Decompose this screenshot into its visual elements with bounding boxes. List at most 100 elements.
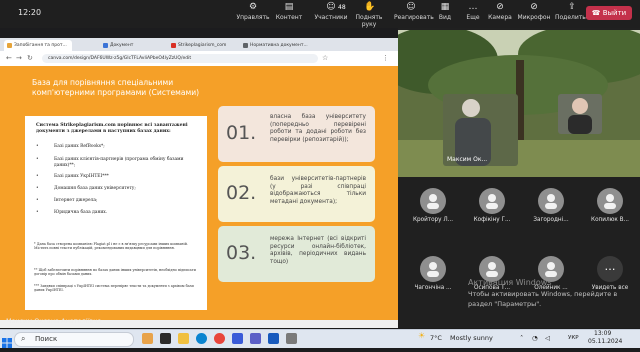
weather-temp[interactable]: 7°C (430, 334, 442, 342)
browser-tab[interactable]: Нормативна документ... (240, 40, 312, 51)
address-bar: ← → ↻ canva.com/design/DAF6UWz-z5g/GIcTF… (0, 51, 398, 67)
weather-text[interactable]: Mostly sunny (450, 334, 493, 342)
doc-list-item: • Юридична база даних. (36, 210, 201, 216)
word-icon[interactable] (268, 333, 279, 344)
people-manage-icon: ⚙ (248, 2, 258, 12)
browser-tabstrip: Запобігання та прот... Документ Strikepl… (0, 38, 398, 51)
toolbar-label: Еще (466, 14, 480, 21)
toolbar-label: Участники (314, 14, 348, 21)
tray-time[interactable]: 13:09 (594, 330, 611, 337)
toolbar-label: Поднять руку (355, 14, 383, 28)
phone-icon: ☎ (591, 9, 603, 17)
toolbar-button[interactable]: ⊘ Микрофон (517, 2, 551, 22)
doc-footnote: * Дана база створена компанією Plagiat.p… (34, 242, 188, 251)
info-card-1: 01. власна база університету (попередньо… (218, 106, 375, 162)
windows-activation-title: Активация Windows (468, 278, 552, 287)
toolbar-label: Контент (275, 14, 303, 21)
chrome-icon[interactable] (214, 333, 225, 344)
person-icon (545, 262, 557, 277)
doc-list-text: Юридична база даних. (54, 210, 108, 215)
more-participants-icon[interactable]: … (597, 256, 623, 282)
participant-video-tile[interactable] (558, 94, 602, 134)
card-number: 01. (226, 122, 257, 144)
browser-tab[interactable]: Документ (100, 40, 164, 51)
doc-list-text: Домашня база даних університету; (54, 186, 136, 191)
person-icon (604, 194, 616, 209)
attendee-name: Загородні... (533, 217, 569, 223)
attendee-avatar[interactable] (479, 188, 505, 214)
browser-tab[interactable]: Strikeplagiarism_com (168, 40, 240, 51)
star-icon[interactable]: ☆ (322, 54, 328, 62)
person-figure (568, 98, 592, 134)
keyboard-language[interactable]: УКР (568, 335, 579, 341)
app-icon[interactable] (142, 333, 153, 344)
participant-count: 48 (338, 4, 346, 11)
person-icon (486, 194, 498, 209)
forward-icon[interactable]: → (16, 54, 22, 62)
react-icon: ☺ (406, 2, 416, 12)
toolbar-button[interactable]: ☺ 48 Участники (314, 3, 348, 22)
teams-icon[interactable] (250, 333, 261, 344)
weather-icon: ☀ (418, 331, 426, 340)
tab-favicon-icon (171, 43, 176, 48)
toolbar-button[interactable]: ⇪ Поделиться (555, 2, 593, 22)
toolbar-button[interactable]: ▤ Контент (272, 3, 306, 22)
app-icon[interactable] (160, 333, 171, 344)
mic-off-icon: ⊘ (530, 2, 538, 12)
bullet-icon: • (36, 186, 39, 191)
browser-menu-icon[interactable]: ⋮ (382, 54, 389, 62)
attendee-avatar[interactable] (420, 256, 446, 282)
wifi-icon[interactable]: ◔ (532, 334, 538, 342)
app-icon[interactable] (286, 333, 297, 344)
search-icon: ⌕ (21, 334, 26, 343)
participant-name: Максим Ок... (447, 156, 488, 163)
tray-date[interactable]: 05.11.2024 (588, 338, 622, 345)
person-icon (427, 194, 439, 209)
taskbar-search[interactable]: ⌕ Поиск (14, 332, 134, 347)
doc-list-item: • Базі даних УкрІНТЕІ*** (36, 174, 201, 180)
back-icon[interactable]: ← (6, 54, 12, 62)
toolbar-button[interactable]: ⊘ Камера (483, 3, 517, 22)
doc-list-item: • Базі даних RefBooks*; (36, 144, 201, 150)
edge-icon[interactable] (196, 333, 207, 344)
attendee-name: Чагончіна ... (414, 285, 452, 291)
browser-tab[interactable]: Запобігання та прот... (4, 40, 72, 51)
windows-activation-text: раздел "Параметры". (468, 300, 542, 308)
url-field[interactable]: canva.com/design/DAF6UWz-z5g/GIcTFLAvliA… (42, 54, 318, 63)
info-card-3: 03. мережа Інтернет (всі відкриті ресурс… (218, 226, 375, 282)
toolbar-button[interactable]: ⚙ Управлять (236, 2, 270, 22)
share-icon: ⇪ (568, 2, 576, 12)
leave-button[interactable]: ☎ Выйти (586, 6, 632, 20)
windows-start-icon[interactable] (2, 333, 12, 348)
toolbar-button[interactable]: ✋ Поднять руку (352, 3, 386, 29)
doc-list-item: • Базі даних клієнтів-партнерів (програма… (36, 157, 201, 168)
attendee-avatar[interactable] (420, 188, 446, 214)
attendee-name: Копилюк В... (591, 217, 629, 223)
card-number: 02. (226, 182, 257, 204)
person-icon (486, 262, 498, 277)
app-icon[interactable] (232, 333, 243, 344)
doc-list-item: • Домашня база даних університету; (36, 186, 201, 192)
tray-chevron-icon[interactable]: ˄ (520, 334, 523, 342)
doc-list-text: Базі даних УкрІНТЕІ*** (54, 174, 109, 179)
attendee-name: Кройтору Л... (412, 217, 454, 223)
file-explorer-icon[interactable] (178, 333, 189, 344)
slide-title: База для порівняння спеціальними комп'ют… (32, 78, 200, 97)
meeting-toolbar: 12:20 ⚙ Управлять ▤ Контент ☺ 48 Участники ✋ Под… (0, 0, 640, 28)
volume-icon[interactable]: ◁ (545, 334, 550, 342)
tab-favicon-icon (243, 43, 248, 48)
attendee-avatar[interactable] (538, 188, 564, 214)
reload-icon[interactable]: ↻ (27, 54, 33, 62)
attendee-avatar[interactable] (597, 188, 623, 214)
card-text: бази університетів-партнерів (у разі спі… (270, 176, 366, 205)
doc-list-text: Базі даних клієнтів-партнерів (програма … (54, 157, 184, 168)
tab-favicon-icon (103, 43, 108, 48)
bullet-icon: • (36, 157, 39, 162)
tab-favicon-icon (7, 43, 12, 48)
participant-video-tile[interactable]: Максим Ок... (443, 94, 518, 166)
toolbar-button[interactable]: ☺ Реагировать (394, 2, 434, 22)
bullet-icon: • (36, 210, 39, 215)
toolbar-label: Вид (438, 14, 452, 21)
document-excerpt: Система Strikeplagiarism.com порівнює вс… (25, 116, 207, 310)
view-icon: ▦ (440, 2, 450, 12)
